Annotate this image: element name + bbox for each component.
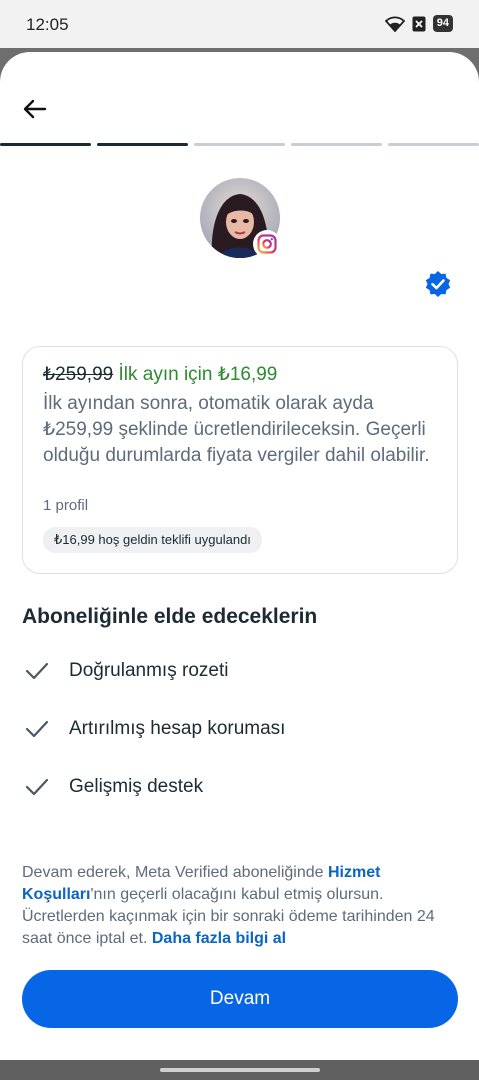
arrow-left-icon [23, 99, 47, 119]
benefits-title: Aboneliğinle elde edeceklerin [22, 605, 318, 628]
navigation-bar [0, 1060, 479, 1080]
old-price: ₺259,99 [43, 364, 114, 385]
benefit-label: Doğrulanmış rozeti [69, 660, 229, 681]
check-icon [22, 772, 52, 802]
no-sim-icon [412, 16, 426, 31]
status-icons: 94 [384, 15, 453, 32]
promo-price: İlk ayın için ₺16,99 [118, 364, 278, 385]
price-line: ₺259,99 İlk ayın için ₺16,99 [43, 363, 277, 386]
benefit-item: Doğrulanmış rozeti [22, 656, 452, 686]
home-gesture-handle[interactable] [160, 1068, 320, 1072]
benefit-item: Gelişmiş destek [22, 772, 452, 802]
subscription-sheet: ₺259,99 İlk ayın için ₺16,99 İlk ayından… [0, 52, 479, 1060]
progress-segment [97, 143, 188, 146]
instagram-badge [253, 230, 281, 258]
learn-more-link[interactable]: Daha fazla bilgi al [152, 930, 286, 947]
check-icon [22, 714, 52, 744]
profile-count: 1 profil [43, 497, 89, 514]
step-progress-bar [0, 143, 479, 147]
welcome-offer-chip: ₺16,99 hoş geldin teklifi uygulandı [43, 527, 262, 553]
progress-segment [291, 143, 382, 146]
progress-segment [388, 143, 479, 146]
battery-icon: 94 [432, 15, 453, 32]
status-time: 12:05 [26, 15, 69, 34]
benefit-label: Artırılmış hesap koruması [69, 718, 286, 739]
benefit-label: Gelişmiş destek [69, 776, 204, 797]
back-button[interactable] [18, 92, 52, 126]
wifi-icon [384, 16, 405, 32]
verified-badge-icon [425, 271, 451, 297]
legal-text: Devam ederek, Meta Verified aboneliğinde… [22, 862, 458, 950]
instagram-icon [257, 234, 277, 254]
status-bar: 12:05 94 [0, 0, 479, 48]
progress-segment [194, 143, 285, 146]
offer-description: İlk ayından sonra, otomatik olarak ayda … [43, 393, 430, 466]
benefit-item: Artırılmış hesap koruması [22, 714, 452, 744]
continue-button[interactable]: Devam [22, 970, 458, 1028]
check-icon [22, 656, 52, 686]
progress-segment [0, 143, 91, 146]
offer-card: ₺259,99 İlk ayın için ₺16,99 İlk ayından… [22, 346, 458, 574]
legal-text-part: Devam ederek, Meta Verified aboneliğinde [22, 864, 328, 881]
